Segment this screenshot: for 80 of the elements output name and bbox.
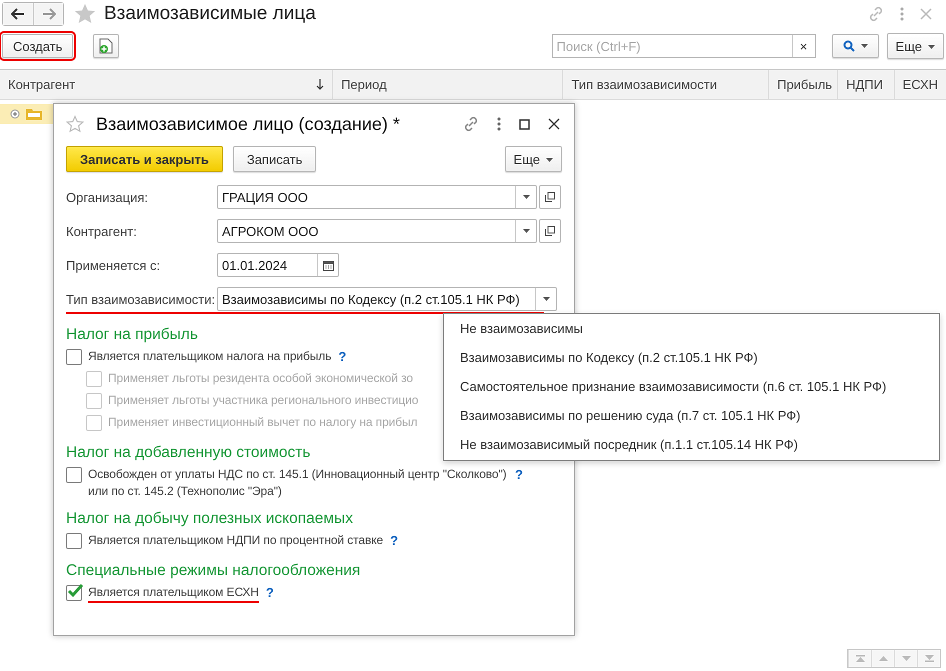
scroll-up-button[interactable] — [871, 650, 894, 667]
window-title: Взаимозависимые лица — [104, 3, 316, 25]
open-window-icon — [545, 226, 555, 236]
open-button[interactable] — [539, 185, 561, 209]
open-button[interactable] — [539, 219, 561, 243]
caret-icon — [522, 229, 530, 233]
down-icon — [902, 656, 910, 661]
dropdown-item[interactable]: Взаимозависимы по решению суда (п.7 ст. 105.1 НК РФ) — [444, 401, 939, 430]
save-close-button[interactable]: Записать и закрыть — [66, 146, 223, 172]
more-button[interactable]: Еще — [886, 33, 944, 59]
help-link[interactable]: ? — [390, 532, 398, 549]
column-header[interactable]: Прибыль — [769, 70, 838, 99]
checkbox[interactable] — [66, 533, 82, 549]
back-button[interactable] — [3, 3, 33, 25]
section-title: Налог на добычу полезных ископаемых — [66, 509, 353, 529]
scroll-down-button[interactable] — [894, 650, 917, 667]
check-icon — [67, 584, 83, 598]
scroll-bottom-button[interactable] — [917, 650, 940, 667]
caret-icon — [860, 44, 868, 48]
column-header[interactable]: ЕСХН — [894, 70, 946, 99]
field-label: Организация: — [66, 190, 150, 204]
caret-icon — [546, 158, 553, 162]
section-title: Налог на добавленную стоимость — [66, 443, 310, 463]
close-icon[interactable] — [548, 118, 560, 130]
forward-arrow-icon — [42, 8, 56, 20]
link-icon[interactable] — [463, 116, 479, 132]
checkbox[interactable] — [66, 349, 82, 365]
field-label: Применяется с: — [66, 258, 162, 272]
dialog-title: Взаимозависимое лицо (создание) * — [96, 114, 400, 134]
calendar-icon — [322, 260, 334, 270]
expand-icon[interactable] — [10, 109, 20, 119]
column-header[interactable]: Контрагент — [0, 70, 334, 99]
add-document-icon — [99, 38, 114, 54]
help-link[interactable]: ? — [266, 584, 274, 601]
caret-icon — [928, 45, 935, 50]
maximize-icon[interactable] — [519, 118, 530, 130]
clear-button[interactable]: × — [792, 35, 815, 57]
section-title: Налог на прибыль — [66, 325, 198, 345]
copy-button[interactable] — [93, 34, 120, 58]
save-button[interactable]: Записать — [232, 146, 316, 172]
section-title: Специальные режимы налогообложения — [66, 561, 360, 581]
up-icon — [878, 656, 888, 661]
star-icon[interactable] — [74, 3, 96, 25]
column-header[interactable]: НДПИ — [838, 70, 895, 99]
select-field[interactable]: АГРОКОМ ООО — [217, 219, 537, 243]
search-button[interactable] — [832, 34, 879, 58]
scroll-top-button[interactable] — [848, 650, 871, 667]
checkbox-label[interactable]: Является плательщиком ЕСХН — [88, 584, 259, 603]
help-link[interactable]: ? — [515, 466, 523, 483]
star-icon[interactable] — [66, 115, 84, 133]
date-field[interactable]: 01.01.2024 — [217, 253, 339, 277]
search-icon — [842, 40, 855, 52]
dropdown-item[interactable]: Взаимозависимы по Кодексу (п.2 ст.105.1 НК РФ) — [444, 343, 939, 372]
dropdown-item[interactable]: Не взаимозависимый посредник (п.1.1 ст.105.14 НК РФ) — [444, 430, 939, 459]
more-button[interactable]: Еще — [504, 146, 562, 172]
caret-icon — [542, 297, 550, 301]
checkbox[interactable] — [66, 467, 82, 483]
back-arrow-icon — [11, 8, 25, 20]
caret-icon — [522, 195, 530, 199]
help-link[interactable]: ? — [338, 348, 346, 365]
checkbox-label[interactable]: Освобожден от уплаты НДС по ст. 145.1 (Инновационный центр "Сколково") или по ст. 145.2 (Технополис "Эра") — [88, 466, 508, 500]
open-window-icon — [545, 192, 555, 202]
select-field[interactable]: ГРАЦИЯ ООО — [217, 185, 537, 209]
field-label: Тип взаимозависимости: — [66, 292, 216, 306]
link-icon[interactable] — [868, 6, 884, 22]
scroll-bottom-icon — [924, 655, 934, 662]
create-button[interactable]: Создать — [2, 34, 74, 58]
field-label: Контрагент: — [66, 224, 138, 238]
dropdown-item[interactable]: Не взаимозависимы — [444, 314, 939, 343]
checkbox-label[interactable]: Является плательщиком налога на прибыль — [88, 348, 332, 365]
dropdown-item[interactable]: Самостоятельное признание взаимозависимости (п.6 ст. 105.1 НК РФ) — [444, 372, 939, 401]
search-field[interactable]: Поиск (Ctrl+F) × — [552, 34, 816, 58]
checkbox-label[interactable]: Является плательщиком НДПИ по процентной ставке — [88, 532, 384, 549]
folder-icon — [26, 108, 42, 120]
column-header[interactable]: Тип взаимозависимости — [563, 70, 770, 99]
checkbox[interactable] — [66, 585, 82, 601]
select-field[interactable]: Взаимозависимы по Кодексу (п.2 ст.105.1 НК РФ) — [217, 287, 557, 311]
column-header[interactable]: Период — [333, 70, 564, 99]
more-icon[interactable] — [497, 117, 501, 131]
scroll-top-icon — [856, 655, 864, 662]
